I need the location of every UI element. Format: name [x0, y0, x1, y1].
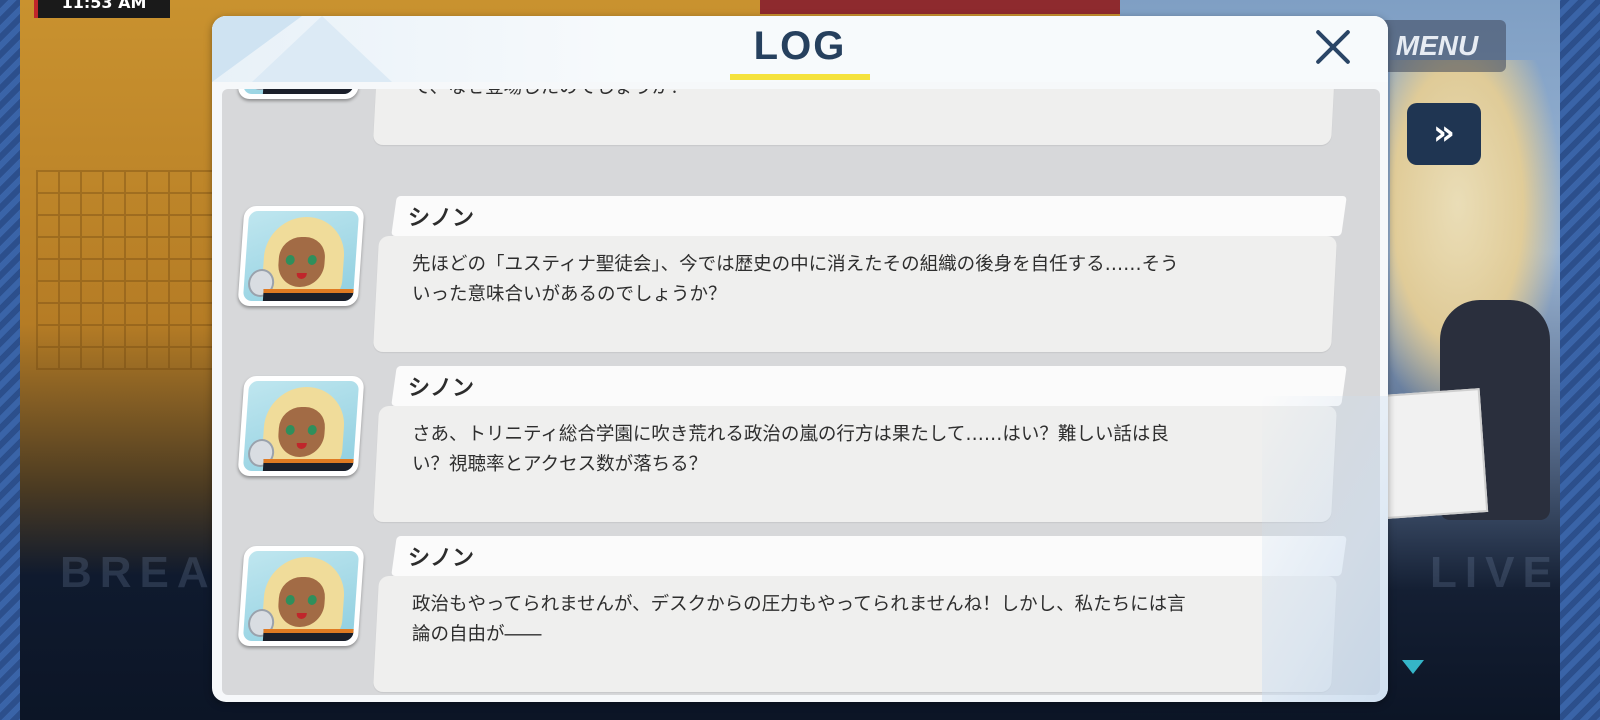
- background-text-left: BREA: [60, 548, 217, 597]
- speaker-name: シノン: [408, 376, 475, 401]
- background-text-right: LIVE: [1430, 548, 1560, 597]
- message-text: 政治もやってられませんが、デスクからの圧力もやってられませんね！しかし、私たちに…: [412, 594, 1186, 645]
- fast-forward-button[interactable]: »: [1407, 103, 1481, 165]
- speaker-avatar: [237, 546, 365, 646]
- speaker-avatar: [237, 89, 365, 99]
- next-indicator-icon: [1402, 660, 1424, 674]
- time-badge: 11:53 AM: [34, 0, 170, 18]
- speaker-name: シノン: [408, 546, 475, 571]
- log-entry: これまで長い間、対外的な活動を自ら禁じていた「シスターフッド」……彼女たちがここ…: [222, 89, 1380, 149]
- log-title: LOG: [753, 24, 847, 68]
- log-dialog: LOG これまで長い間、対外的な活動を自ら禁じていた「シスターフッド」……彼女た…: [212, 16, 1388, 702]
- log-entry: シノン 政治もやってられませんが、デスクからの圧力もやってられませんね！しかし、…: [222, 536, 1380, 695]
- log-header: LOG: [212, 16, 1388, 82]
- log-entry: シノン 先ほどの「ユスティナ聖徒会」、今では歴史の中に消えたその組織の後身を自任…: [222, 196, 1380, 356]
- title-underline: [730, 74, 870, 80]
- log-scroll-area[interactable]: これまで長い間、対外的な活動を自ら禁じていた「シスターフッド」……彼女たちがここ…: [222, 89, 1380, 695]
- speaker-name: シノン: [408, 206, 475, 231]
- message-text: これまで長い間、対外的な活動を自ら禁じていた「シスターフッド」……彼女たちがここ…: [412, 89, 1212, 103]
- scene-red-banner: [760, 0, 1120, 14]
- speaker-name-box: [391, 196, 1347, 236]
- log-entry: シノン さあ、トリニティ総合学園に吹き荒れる政治の嵐の行方は果たして……はい？難…: [222, 366, 1380, 526]
- close-button[interactable]: [1312, 26, 1354, 68]
- speaker-avatar: [237, 206, 365, 306]
- speaker-name-box: [391, 366, 1347, 406]
- speaker-name-box: [391, 536, 1347, 576]
- scene-window-grid: [36, 170, 216, 370]
- message-text: さあ、トリニティ総合学園に吹き荒れる政治の嵐の行方は果たして……はい？難しい話は…: [412, 424, 1169, 475]
- menu-button[interactable]: MENU: [1368, 20, 1506, 72]
- message-text: 先ほどの「ユスティナ聖徒会」、今では歴史の中に消えたその組織の後身を自任する………: [412, 254, 1179, 305]
- speaker-avatar: [237, 376, 365, 476]
